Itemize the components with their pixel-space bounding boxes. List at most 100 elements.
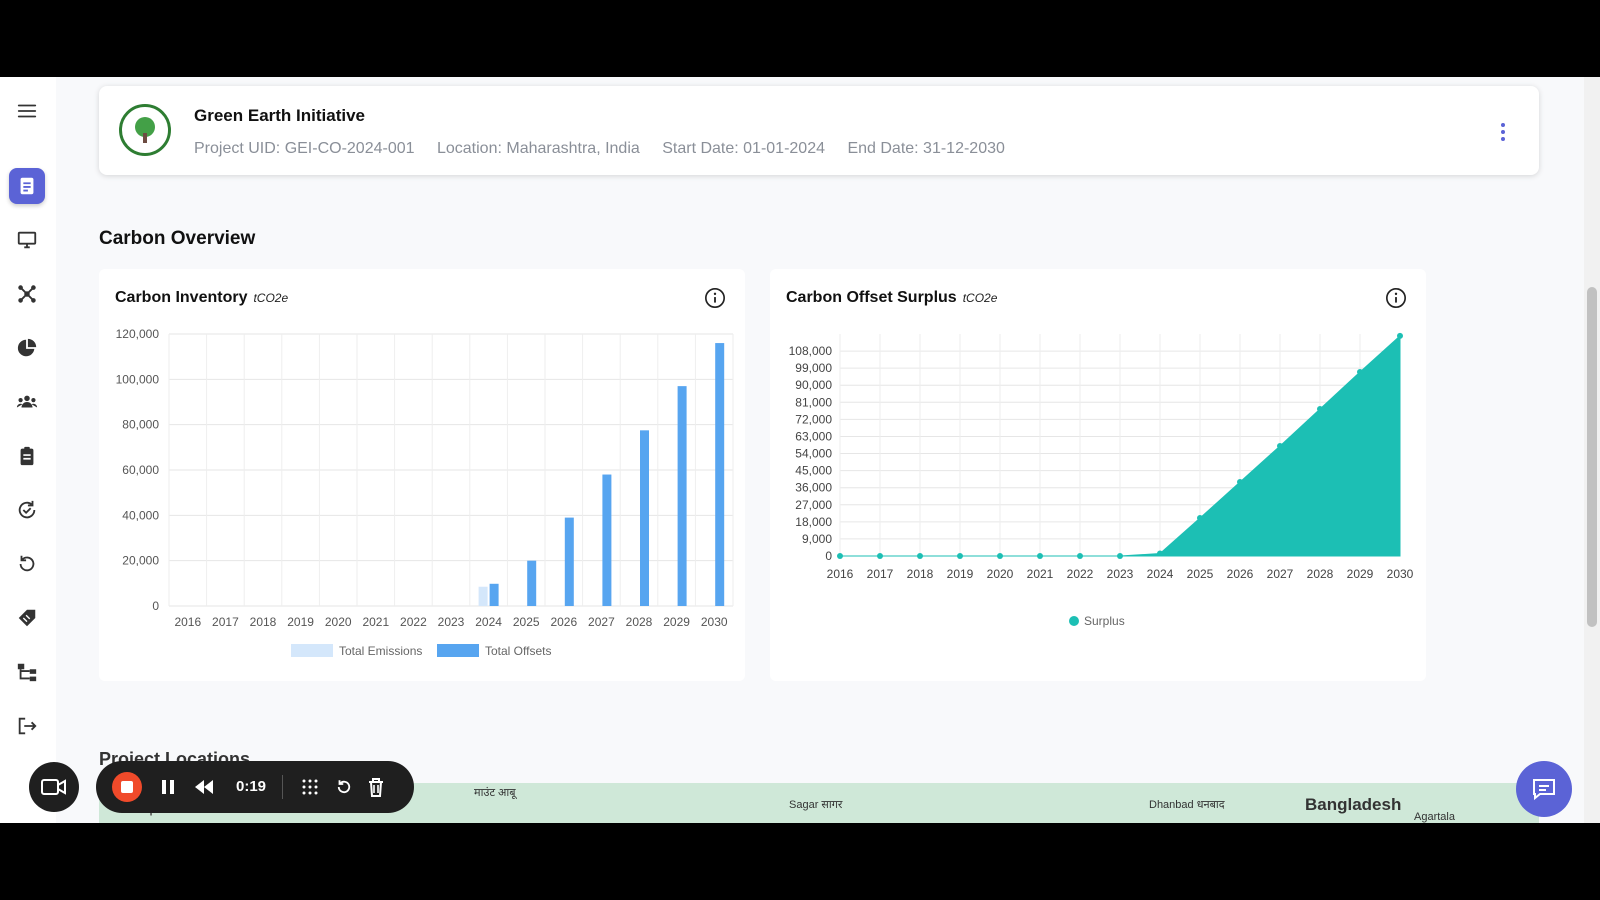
scrollbar[interactable] [1584, 77, 1600, 823]
scrollbar-thumb[interactable] [1587, 287, 1597, 627]
rewind-icon[interactable] [192, 775, 216, 799]
logout-icon[interactable] [9, 708, 45, 744]
recording-frame-bottom [0, 823, 1600, 900]
report-icon[interactable] [9, 168, 45, 204]
carbon-offset-surplus-plot: 0 9,000 18,000 27,000 36,000 45,000 54,000 63,0… [789, 332, 1414, 628]
bar [478, 586, 488, 606]
x-tick-label: 2027 [588, 615, 615, 629]
x-tick-label: 2024 [1147, 567, 1174, 581]
y-tick-label: 54,000 [795, 447, 832, 461]
recording-time: 0:19 [236, 778, 267, 795]
project-start-date: Start Date: 01-01-2024 [662, 140, 825, 157]
project-uid: Project UID: GEI-CO-2024-001 [194, 140, 415, 157]
x-tick-label: 2030 [1387, 567, 1414, 581]
x-tick-label: 2021 [1027, 567, 1054, 581]
project-name: Green Earth Initiative [194, 106, 365, 125]
camera-button[interactable] [29, 762, 79, 812]
pause-icon[interactable] [156, 775, 180, 799]
x-tick-label: 2020 [987, 567, 1014, 581]
recording-controls: 0:19 [96, 761, 414, 813]
x-tick-label: 2029 [663, 615, 690, 629]
x-tick-label: 2025 [1187, 567, 1214, 581]
data-point [1237, 479, 1243, 485]
x-tick-label: 2022 [1067, 567, 1094, 581]
bar [677, 386, 687, 606]
video-camera-icon [41, 779, 66, 795]
data-point [1277, 442, 1283, 449]
stop-recording-button[interactable] [112, 772, 142, 802]
y-tick-label: 100,000 [116, 372, 160, 386]
x-tick-label: 2021 [362, 615, 389, 629]
carbon-inventory-plot: 0 20,000 40,000 60,000 80,000 100,000 120,000 2… [116, 327, 734, 658]
chat-icon [1533, 779, 1555, 801]
data-point [917, 553, 923, 559]
tag-icon[interactable] [9, 600, 45, 636]
users-icon[interactable] [9, 384, 45, 420]
data-point [837, 553, 843, 559]
menu-icon[interactable] [9, 93, 45, 129]
y-tick-label: 27,000 [795, 498, 832, 512]
legend-label: Total Emissions [339, 644, 422, 658]
history-icon[interactable] [9, 546, 45, 582]
y-tick-label: 108,000 [789, 344, 833, 358]
project-logo [119, 104, 171, 156]
y-tick-label: 81,000 [795, 395, 832, 409]
x-tick-label: 2016 [174, 615, 201, 629]
y-tick-label: 80,000 [122, 418, 159, 432]
clipboard-icon[interactable] [9, 438, 45, 474]
data-point [1357, 368, 1363, 375]
trash-icon[interactable] [364, 775, 388, 799]
data-point [1157, 550, 1163, 557]
x-tick-label: 2018 [250, 615, 277, 629]
restart-icon[interactable] [332, 775, 356, 799]
map-label: Dhanbad धनबाद [1149, 799, 1225, 811]
monitor-icon[interactable] [9, 222, 45, 258]
map-label: माउंट आबू [474, 787, 516, 799]
more-options-icon[interactable] [1493, 120, 1513, 144]
x-tick-label: 2028 [626, 615, 653, 629]
x-tick-label: 2030 [701, 615, 728, 629]
data-point [1197, 515, 1203, 522]
y-tick-label: 36,000 [795, 481, 832, 495]
y-tick-label: 90,000 [795, 378, 832, 392]
data-point [1317, 405, 1323, 412]
carbon-inventory-card: Carbon Inventory tCO2e 0 20,000 40,000 60,00… [99, 269, 745, 681]
legend-swatch [291, 644, 333, 657]
tree-icon [135, 117, 155, 143]
bar [489, 583, 499, 606]
pie-chart-icon[interactable] [9, 330, 45, 366]
map-label: Bangladesh [1305, 795, 1402, 814]
x-tick-label: 2017 [212, 615, 239, 629]
project-location: Location: Maharashtra, India [436, 140, 640, 157]
grid-icon[interactable] [298, 775, 322, 799]
data-point [1117, 553, 1123, 559]
x-tick-label: 2020 [325, 615, 352, 629]
refresh-check-icon[interactable] [9, 492, 45, 528]
section-title: Carbon Overview [99, 228, 256, 249]
bar [602, 474, 612, 606]
map-label: Agartala [1414, 811, 1455, 823]
network-icon[interactable] [9, 276, 45, 312]
x-tick-label: 2023 [1107, 567, 1134, 581]
x-tick-label: 2019 [287, 615, 314, 629]
x-tick-label: 2023 [438, 615, 465, 629]
legend-label: Surplus [1084, 614, 1125, 628]
bar [715, 343, 725, 606]
app-viewport: Green Earth Initiative Project UID: GEI-… [0, 77, 1600, 823]
map-label: Sagar सागर [789, 799, 843, 811]
y-tick-label: 0 [152, 599, 159, 613]
hierarchy-icon[interactable] [9, 654, 45, 690]
x-tick-label: 2024 [475, 615, 502, 629]
x-tick-label: 2025 [513, 615, 540, 629]
y-tick-label: 63,000 [795, 429, 832, 443]
chat-button[interactable] [1516, 761, 1572, 817]
y-tick-label: 9,000 [802, 532, 832, 546]
data-point [1037, 553, 1043, 559]
y-tick-label: 45,000 [795, 464, 832, 478]
sidebar [0, 77, 56, 823]
project-end-date: End Date: 31-12-2030 [847, 140, 1005, 157]
legend-swatch [437, 644, 479, 657]
carbon-offset-surplus-card: Carbon Offset Surplus tCO2e 0 9,000 18,000 2… [770, 269, 1426, 681]
x-tick-label: 2019 [947, 567, 974, 581]
legend-swatch [1069, 616, 1079, 626]
